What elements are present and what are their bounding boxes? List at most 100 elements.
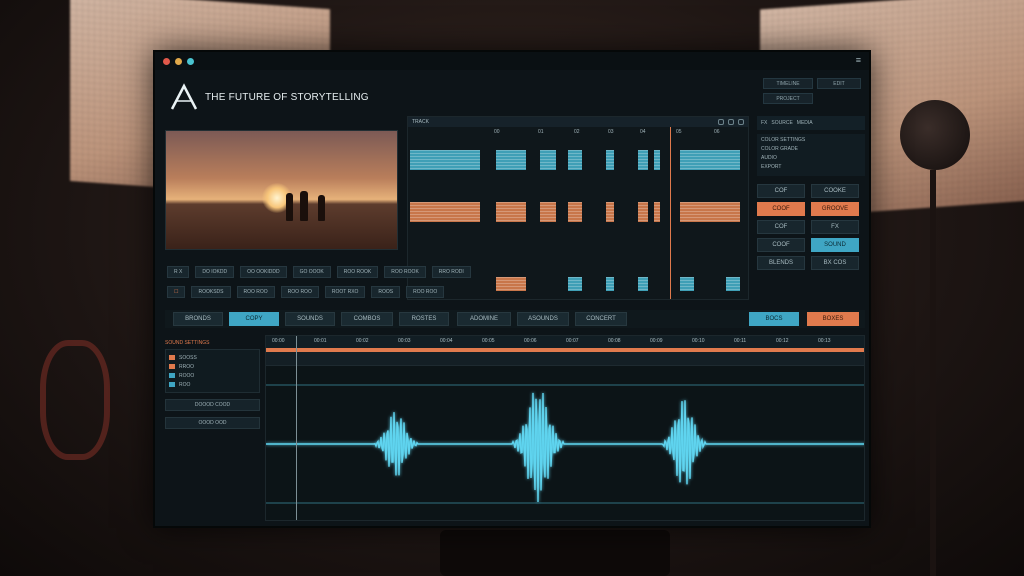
top-button[interactable]: TIMELINE xyxy=(763,78,813,89)
control-button[interactable]: R X xyxy=(167,266,190,278)
audio-clip[interactable] xyxy=(606,202,614,222)
ruler-tick: 00:13 xyxy=(818,338,831,344)
setting-label: SOOSS xyxy=(179,354,197,361)
top-right-controls: TIMELINE EDIT PROJECT xyxy=(763,78,861,104)
toolbar-button[interactable]: BOXES xyxy=(807,312,859,326)
effect-button[interactable]: COOKE xyxy=(811,184,859,198)
audio-clip[interactable] xyxy=(496,277,526,291)
record-icon[interactable]: ☐ xyxy=(167,286,186,298)
silhouette-figure xyxy=(318,195,325,221)
toolbar-button[interactable]: BRONDS xyxy=(173,312,223,326)
toolbar-button[interactable]: BOCS xyxy=(749,312,799,326)
video-clip[interactable] xyxy=(540,150,556,170)
video-clip[interactable] xyxy=(496,150,526,170)
audio-clip[interactable] xyxy=(410,202,480,222)
effect-button[interactable]: COF xyxy=(757,220,805,234)
ruler-tick: 00:02 xyxy=(356,338,369,344)
setting-row[interactable]: SOOSS xyxy=(169,353,256,362)
video-clip[interactable] xyxy=(638,277,648,291)
video-clip[interactable] xyxy=(680,150,740,170)
effect-button[interactable]: FX xyxy=(811,220,859,234)
track-tick: 03 xyxy=(608,129,614,135)
video-clip[interactable] xyxy=(680,277,694,291)
audio-clip[interactable] xyxy=(540,202,556,222)
minimize-dot[interactable] xyxy=(175,57,182,65)
audio-clip[interactable] xyxy=(496,202,526,222)
toolbar-button[interactable]: COMBOS xyxy=(341,312,393,326)
panel-button[interactable]: DOOOD COOD xyxy=(165,399,260,411)
tab-source[interactable]: SOURCE xyxy=(771,120,792,126)
setting-row[interactable]: RROO xyxy=(169,362,256,371)
setting-row[interactable]: ROO xyxy=(169,380,256,389)
video-clip[interactable] xyxy=(568,150,582,170)
toolbar-button[interactable]: ADOMINE xyxy=(457,312,511,326)
audio-clip[interactable] xyxy=(568,202,582,222)
control-button[interactable]: ROO ROOK xyxy=(384,266,426,278)
list-item[interactable]: EXPORT xyxy=(761,164,861,173)
effect-button[interactable]: COOF xyxy=(757,202,805,216)
option-button[interactable]: ROO ROO xyxy=(280,286,319,298)
close-dot[interactable] xyxy=(163,57,170,65)
panel-button[interactable]: OOOD OOD xyxy=(165,417,260,429)
audio-waveform-panel[interactable]: 00:00 00:01 00:02 00:03 00:04 00:05 00:06 00:07… xyxy=(265,335,865,521)
settings-icon[interactable] xyxy=(728,119,734,125)
effect-button[interactable]: SOUND xyxy=(811,238,859,252)
video-clip[interactable] xyxy=(654,150,660,170)
video-clip[interactable] xyxy=(606,277,614,291)
track-tick: 06 xyxy=(714,129,720,135)
light-stand xyxy=(930,170,936,576)
ruler-tick: 00:10 xyxy=(692,338,705,344)
option-button[interactable]: ROOKSDS xyxy=(191,286,231,298)
video-clip[interactable] xyxy=(568,277,582,291)
toolbar-button[interactable]: ROSTES xyxy=(399,312,449,326)
setting-row[interactable]: ROOO xyxy=(169,371,256,380)
time-ruler[interactable]: 00:00 00:01 00:02 00:03 00:04 00:05 00:06 00:07… xyxy=(266,336,864,348)
audio-clip[interactable] xyxy=(680,202,740,222)
top-button[interactable]: EDIT xyxy=(817,78,861,89)
video-clip[interactable] xyxy=(606,150,614,170)
control-button[interactable]: GO OOOK xyxy=(292,266,331,278)
window-menu-icon[interactable]: ≡ xyxy=(856,55,861,65)
effect-button[interactable]: GROOVE xyxy=(811,202,859,216)
effect-button[interactable]: BLENDS xyxy=(757,256,805,270)
tab-fx[interactable]: FX xyxy=(761,120,767,126)
video-preview[interactable] xyxy=(165,130,398,250)
close-icon[interactable] xyxy=(738,119,744,125)
list-item[interactable]: AUDIO xyxy=(761,155,861,164)
export-icon[interactable] xyxy=(718,119,724,125)
tab-media[interactable]: MEDIA xyxy=(797,120,813,126)
right-panel: FX SOURCE MEDIA COLOR SETTINGS COLOR GRA… xyxy=(757,116,865,300)
toolbar-button[interactable]: CONCERT xyxy=(575,312,627,326)
app-header: THE FUTURE OF STORYTELLING xyxy=(169,82,369,112)
maximize-dot[interactable] xyxy=(187,57,194,65)
option-button[interactable]: ROO ROO xyxy=(406,286,445,298)
audio-clip[interactable] xyxy=(654,202,660,222)
list-item[interactable]: COLOR GRADE xyxy=(761,146,861,155)
effect-button[interactable]: COF xyxy=(757,184,805,198)
list-item[interactable]: COLOR SETTINGS xyxy=(761,137,861,146)
top-button[interactable]: PROJECT xyxy=(763,93,813,104)
effect-button[interactable]: BX COS xyxy=(811,256,859,270)
track-playhead[interactable] xyxy=(670,127,671,299)
silhouette-figure xyxy=(286,193,293,221)
option-button[interactable]: ROO ROO xyxy=(236,286,275,298)
ruler-tick: 00:12 xyxy=(776,338,789,344)
control-button[interactable]: OO OOKIDDD xyxy=(240,266,287,278)
toolbar-button[interactable]: ASOUNDS xyxy=(517,312,569,326)
track-tick: 05 xyxy=(676,129,682,135)
video-clip[interactable] xyxy=(410,150,480,170)
video-clip[interactable] xyxy=(726,277,740,291)
toolbar-button[interactable]: SOUNDS xyxy=(285,312,335,326)
copy-button[interactable]: COPY xyxy=(229,312,279,326)
effect-button[interactable]: COOF xyxy=(757,238,805,252)
option-button[interactable]: ROOT RXO xyxy=(324,286,366,298)
control-button[interactable]: DO IOKDD xyxy=(195,266,235,278)
audio-clip[interactable] xyxy=(638,202,648,222)
video-clip[interactable] xyxy=(638,150,648,170)
waveform-playhead[interactable] xyxy=(296,336,297,520)
ruler-tick: 00:09 xyxy=(650,338,663,344)
control-button[interactable]: ROO ROOK xyxy=(336,266,379,278)
option-button[interactable]: ROOS xyxy=(371,286,401,298)
track-tick: 02 xyxy=(574,129,580,135)
control-button[interactable]: RRO RODI xyxy=(431,266,471,278)
